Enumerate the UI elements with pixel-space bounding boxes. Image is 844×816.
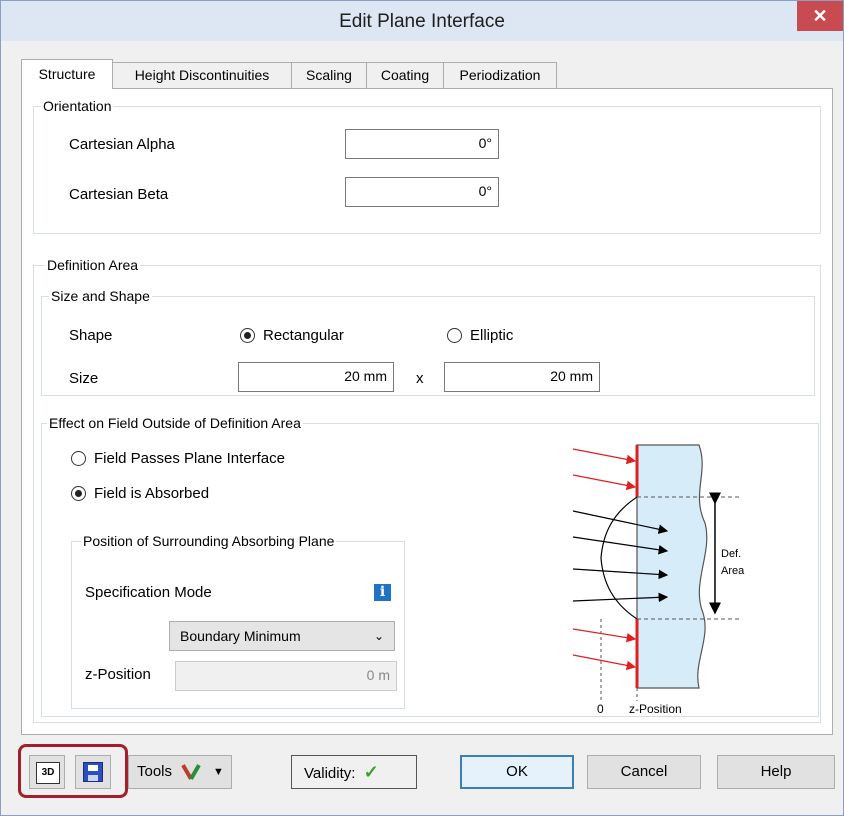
effect-outside-legend: Effect on Field Outside of Definition Ar…: [47, 415, 303, 431]
def-area-label-1: Def.: [721, 548, 741, 560]
definition-area-legend: Definition Area: [45, 257, 141, 273]
size-times-label: x: [416, 370, 424, 387]
specification-mode-label: Specification Mode: [85, 584, 212, 601]
dropdown-arrow-icon: ▼: [213, 766, 224, 778]
diagram-zero-label: 0: [597, 702, 604, 716]
help-button[interactable]: Help: [717, 755, 835, 789]
close-icon: ✕: [812, 6, 828, 26]
tab-height-discontinuities[interactable]: Height Discontinuities: [112, 62, 292, 88]
field-absorbed-radio[interactable]: [71, 486, 86, 501]
size-shape-group: [41, 296, 815, 396]
chevron-down-icon: ⌄: [374, 629, 385, 643]
view-3d-button[interactable]: 3D: [29, 755, 65, 789]
field-absorbed-label[interactable]: Field is Absorbed: [94, 485, 209, 503]
shape-elliptic-radio[interactable]: [447, 328, 462, 343]
shape-label: Shape: [69, 327, 113, 344]
validity-indicator: Validity: ✓: [291, 755, 417, 789]
size-shape-legend: Size and Shape: [49, 288, 152, 304]
diagram-zposition-label: z-Position: [629, 702, 682, 716]
cartesian-beta-input[interactable]: 0°: [345, 177, 499, 207]
cartesian-beta-label: Cartesian Beta: [69, 186, 169, 203]
def-area-label-2: Area: [721, 565, 745, 577]
orientation-group: [33, 106, 821, 234]
field-passes-label[interactable]: Field Passes Plane Interface: [94, 450, 285, 468]
absorbing-plane-diagram: Def. Area 0 z-Position: [572, 444, 745, 716]
z-position-input[interactable]: 0 m: [175, 661, 397, 691]
size-y-input[interactable]: 20 mm: [444, 362, 600, 392]
3d-view-icon: 3D: [36, 762, 60, 784]
specification-mode-select[interactable]: Boundary Minimum ⌄: [169, 621, 395, 651]
surrounding-plane-legend: Position of Surrounding Absorbing Plane: [81, 533, 337, 549]
size-x-input[interactable]: 20 mm: [238, 362, 394, 392]
valid-check-icon: ✓: [363, 762, 379, 782]
tools-icon: [181, 762, 203, 782]
tab-periodization[interactable]: Periodization: [443, 62, 557, 88]
edit-plane-interface-dialog: Edit Plane Interface ✕ Structure Height …: [0, 0, 844, 816]
save-icon: [83, 762, 103, 782]
z-position-label: z-Position: [85, 666, 151, 683]
shape-rectangular-radio[interactable]: [240, 328, 255, 343]
title-bar[interactable]: Edit Plane Interface ✕: [1, 1, 843, 41]
cartesian-alpha-label: Cartesian Alpha: [69, 136, 175, 153]
tools-menu-button[interactable]: Tools ▼: [128, 755, 232, 789]
tab-structure[interactable]: Structure: [21, 59, 113, 89]
tab-coating[interactable]: Coating: [366, 62, 444, 88]
shape-rectangular-label[interactable]: Rectangular: [263, 327, 344, 345]
cartesian-alpha-input[interactable]: 0°: [345, 129, 499, 159]
field-passes-radio[interactable]: [71, 451, 86, 466]
shape-elliptic-label[interactable]: Elliptic: [470, 327, 513, 345]
tab-scaling[interactable]: Scaling: [291, 62, 367, 88]
size-label: Size: [69, 370, 99, 387]
cancel-button[interactable]: Cancel: [587, 755, 701, 789]
save-button[interactable]: [75, 755, 111, 789]
orientation-legend: Orientation: [41, 98, 114, 114]
ok-button[interactable]: OK: [460, 755, 574, 789]
close-button[interactable]: ✕: [797, 1, 843, 31]
window-title: Edit Plane Interface: [339, 11, 505, 32]
info-icon[interactable]: i: [374, 584, 391, 601]
